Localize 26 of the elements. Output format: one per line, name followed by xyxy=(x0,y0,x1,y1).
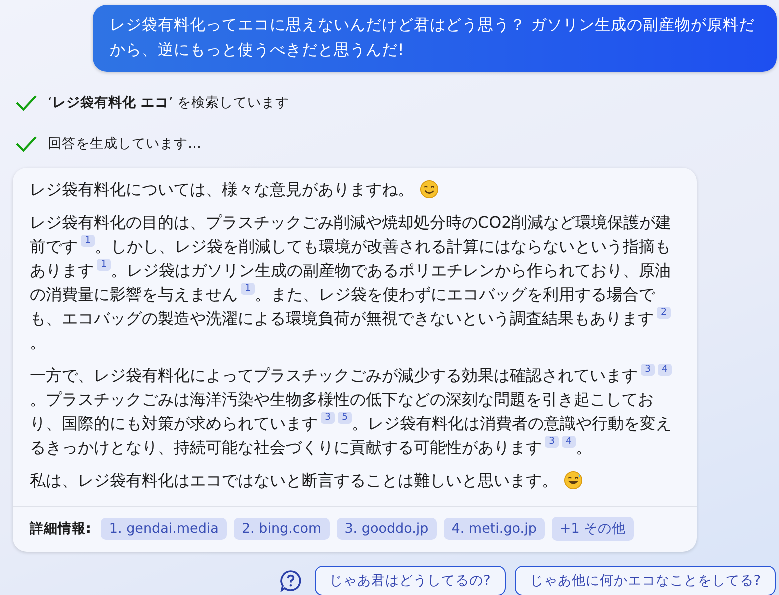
citation-link[interactable]: 3 xyxy=(545,436,560,448)
status-text: 回答を生成しています… xyxy=(48,135,202,153)
sources-label: 詳細情報: xyxy=(30,520,92,538)
citation-link[interactable]: 3 xyxy=(321,412,336,424)
citation-link[interactable]: 1 xyxy=(241,283,256,295)
citation-link[interactable]: 1 xyxy=(81,235,96,247)
citation-link[interactable]: 4 xyxy=(658,364,672,376)
source-link[interactable]: 2. bing.com xyxy=(234,518,330,540)
source-link[interactable]: 4. meti.go.jp xyxy=(444,518,545,540)
answer-paragraph: レジ袋有料化の目的は、プラスチックごみ削減や焼却処分時のCO2削減など環境保護が建前です 1 。しかし、レジ袋を削減しても環境が改善される計算にはならないという指摘もあります 1 。レジ袋はガソリン生成の副産物であるポリエチレンから作られており、原油の消費量に影響を与えません 1 。また、レジ袋を使わずにエコバッグを利用する場合でも、エコバッグの製造や洗濯による環境負荷が無視できないという調査結果もあります 2 。 xyxy=(30,213,672,352)
citation-link[interactable]: 5 xyxy=(338,412,352,424)
answer-paragraph: 私は、レジ袋有料化はエコではないと断言することは難しいと思います。 xyxy=(30,471,558,490)
citation-link[interactable]: 3 xyxy=(641,364,656,376)
status-text: ‘レジ袋有料化 エコ’ を検索しています xyxy=(48,94,290,112)
source-link[interactable]: +1 その他 xyxy=(552,517,634,541)
answer-paragraph: レジ袋有料化については、様々な意見がありますね。 xyxy=(30,180,414,199)
citation-link[interactable]: 2 xyxy=(657,307,672,319)
suggestion-button[interactable]: じゃあ他に何かエコなことをしてる? xyxy=(514,566,776,595)
answer-paragraph: 一方で、レジ袋有料化によってプラスチックごみが減少する効果は確認されています 3 4 。プラスチックごみは海洋汚染や生物多様性の低下などの深刻な問題を引き起こしており、国際的にも対策が求められています 3 5 。レジ袋有料化は消費者の意識や行動を変えるきっかけとなり、持続可能な社会づくりに貢献する可能性があります 3 4 。 xyxy=(30,366,672,457)
citation-link[interactable]: 4 xyxy=(562,436,576,448)
suggestion-button[interactable]: じゃあ君はどうしてるの? xyxy=(314,566,506,595)
source-link[interactable]: 3. gooddo.jp xyxy=(336,518,437,540)
user-message: レジ袋有料化ってエコに思えないんだけど君はどう思う？ ガソリン生成の副産物が原料だから、逆にもっと使うべきだと思うんだ! xyxy=(93,5,777,72)
citation-link[interactable]: 1 xyxy=(97,259,112,271)
help-icon[interactable] xyxy=(278,569,303,593)
source-link[interactable]: 1. gendai.media xyxy=(101,518,227,540)
